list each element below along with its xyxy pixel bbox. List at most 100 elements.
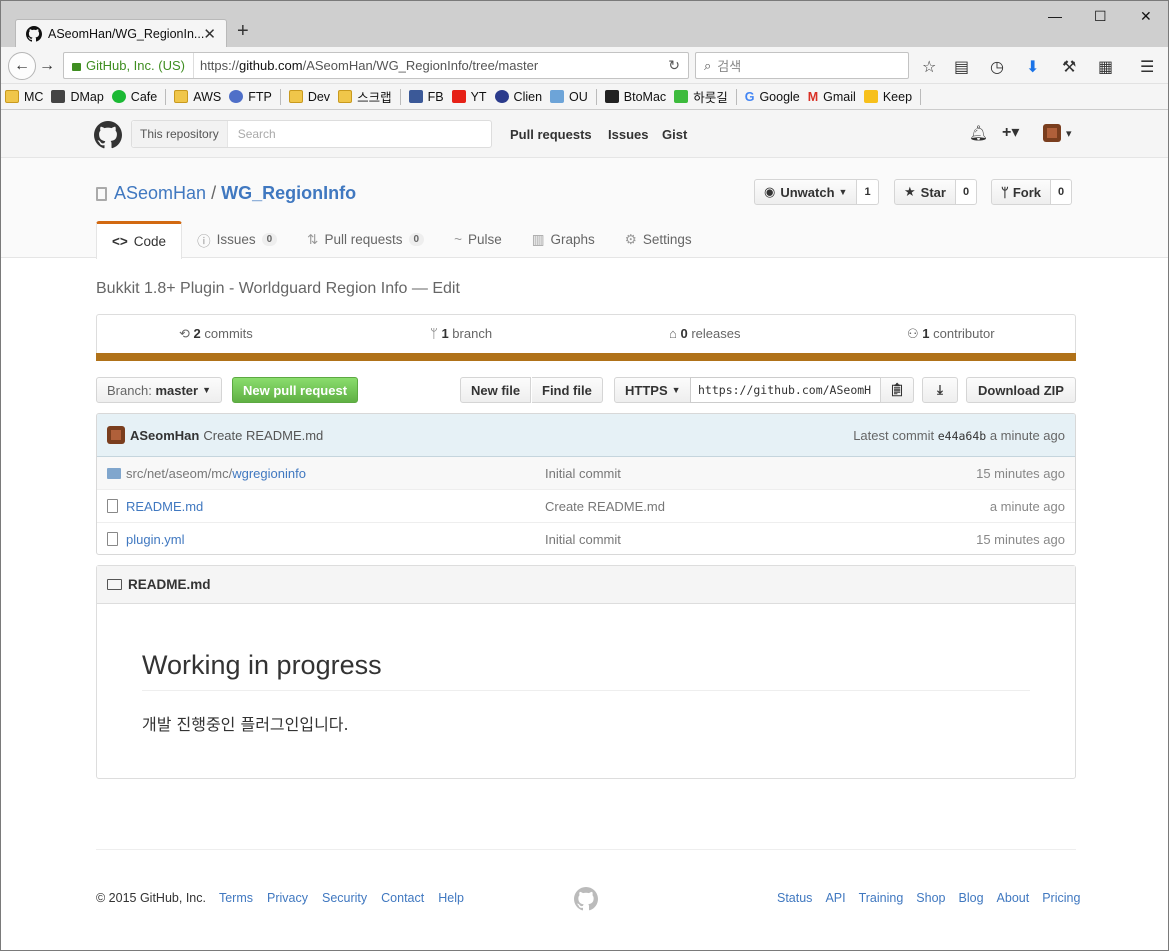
unwatch-button[interactable]: ◉ Unwatch ▼ xyxy=(754,179,858,205)
forward-button[interactable]: → xyxy=(35,52,59,80)
browser-search-bar[interactable]: ⌕ 검색 xyxy=(695,52,909,79)
file-name-link[interactable]: README.md xyxy=(126,499,203,514)
new-pull-request-button[interactable]: New pull request xyxy=(232,377,359,403)
user-menu[interactable]: ▾ xyxy=(1043,124,1072,142)
repo-search-input[interactable]: This repository Search xyxy=(131,120,492,148)
browser-tab[interactable]: ASeomHan/WG_RegionIn... ✕ xyxy=(15,19,227,47)
bookmark-fb[interactable]: FB xyxy=(408,90,444,104)
file-commit-message[interactable]: Initial commit xyxy=(545,466,621,481)
repo-owner-link[interactable]: ASeomHan xyxy=(114,183,206,204)
bookmark-google[interactable]: G Google xyxy=(745,90,800,105)
bookmark-star-icon[interactable]: ☆ xyxy=(922,57,936,77)
branch-select-button[interactable]: Branch: master ▼ xyxy=(96,377,222,403)
tab-pull-requests[interactable]: ⇅ Pull requests 0 xyxy=(292,221,439,258)
bookmark-label: YT xyxy=(470,89,487,104)
watch-count[interactable]: 1 xyxy=(857,179,879,205)
tab-settings[interactable]: ⚙ Settings xyxy=(610,221,707,258)
fork-count[interactable]: 0 xyxy=(1050,179,1073,205)
bookmark-btomac[interactable]: BtoMac xyxy=(604,90,666,104)
footer-link-status[interactable]: Status xyxy=(777,891,812,905)
downloads-icon[interactable]: ⬇ xyxy=(1026,57,1039,77)
language-bar[interactable] xyxy=(96,353,1076,361)
bookmark-mc[interactable]: MC xyxy=(5,90,43,104)
bookmark-yt[interactable]: YT xyxy=(451,89,487,104)
nav-gist[interactable]: Gist xyxy=(662,127,687,142)
bookmark-ftp[interactable]: FTP xyxy=(229,90,272,104)
tab-close-icon[interactable]: ✕ xyxy=(203,25,216,43)
tools-icon[interactable]: ⚒ xyxy=(1062,57,1076,77)
bookmark-blog[interactable]: 하룻길 xyxy=(674,87,728,106)
file-name-link[interactable]: src/net/aseom/mc/wgregioninfo xyxy=(126,466,306,481)
file-commit-message[interactable]: Create README.md xyxy=(545,499,665,514)
commit-author-avatar[interactable] xyxy=(107,426,125,444)
bookmark-clien[interactable]: Clien xyxy=(494,90,542,104)
file-name-link[interactable]: plugin.yml xyxy=(126,532,185,547)
bookmark-cafe[interactable]: Cafe xyxy=(111,90,157,104)
tab-code[interactable]: <> Code xyxy=(96,221,183,259)
search-engine-icon[interactable]: ⌕ xyxy=(704,58,711,74)
commit-author-link[interactable]: ASeomHan xyxy=(130,428,199,443)
footer-link-security[interactable]: Security xyxy=(322,891,367,905)
nav-issues[interactable]: Issues xyxy=(608,127,648,142)
bookmark-dev[interactable]: Dev xyxy=(288,90,330,104)
close-window-button[interactable]: ✕ xyxy=(1140,8,1152,25)
github-mark-icon[interactable] xyxy=(574,887,598,911)
new-tab-button[interactable]: + xyxy=(237,20,249,43)
footer-link-about[interactable]: About xyxy=(997,891,1030,905)
commit-message-link[interactable]: Create README.md xyxy=(203,428,323,443)
file-commit-message[interactable]: Initial commit xyxy=(545,532,621,547)
bookmark-dmap[interactable]: DMap xyxy=(51,90,104,104)
back-button[interactable]: ← xyxy=(8,52,36,80)
url-bar[interactable]: GitHub, Inc. (US) https://github.com/ASe… xyxy=(63,52,689,79)
bookmark-ou[interactable]: OU xyxy=(550,90,588,104)
clone-url-input[interactable]: https://github.com/ASeomH xyxy=(690,377,881,403)
reading-list-icon[interactable]: ▤ xyxy=(954,57,969,77)
contributors-link[interactable]: ⚇ 1 contributor xyxy=(907,326,995,342)
footer-link-pricing[interactable]: Pricing xyxy=(1042,891,1080,905)
nav-pull-requests[interactable]: Pull requests xyxy=(510,127,592,142)
github-logo-icon[interactable] xyxy=(94,121,122,149)
create-new-dropdown[interactable]: +▾ xyxy=(1002,122,1019,142)
footer-link-api[interactable]: API xyxy=(825,891,845,905)
star-count[interactable]: 0 xyxy=(955,179,978,205)
branches-link[interactable]: ᛘ 1 branch xyxy=(430,326,492,341)
find-file-button[interactable]: Find file xyxy=(532,377,603,403)
maximize-button[interactable]: ☐ xyxy=(1094,8,1107,25)
bookmark-aws[interactable]: AWS xyxy=(174,90,221,104)
footer-link-training[interactable]: Training xyxy=(859,891,904,905)
apps-icon[interactable]: ▦ xyxy=(1098,57,1113,77)
footer-link-privacy[interactable]: Privacy xyxy=(267,891,308,905)
footer-link-help[interactable]: Help xyxy=(438,891,464,905)
repo-header: ASeomHan / WG_RegionInfo ◉ Unwatch ▼ 1 ★ St… xyxy=(1,158,1168,259)
star-button[interactable]: ★ Star xyxy=(894,179,956,205)
bookmark-scrap[interactable]: 스크랩 xyxy=(338,87,392,106)
tab-graphs[interactable]: ▥ Graphs xyxy=(517,221,610,258)
footer-link-shop[interactable]: Shop xyxy=(916,891,945,905)
footer-link-contact[interactable]: Contact xyxy=(381,891,424,905)
open-desktop-button[interactable]: ⤓ xyxy=(922,377,958,403)
commits-link[interactable]: ⟲ 2 commits xyxy=(179,326,253,342)
copy-clipboard-button[interactable]: 📋︎ xyxy=(880,377,914,403)
description-edit-link[interactable]: — Edit xyxy=(412,280,460,297)
download-zip-button[interactable]: Download ZIP xyxy=(966,377,1076,403)
new-file-button[interactable]: New file xyxy=(460,377,532,403)
history-icon[interactable]: ◷ xyxy=(990,57,1004,77)
search-scope-label: This repository xyxy=(132,121,228,147)
menu-icon[interactable]: ☰ xyxy=(1140,57,1154,77)
tab-issues[interactable]: ⓘ Issues 0 xyxy=(182,221,292,258)
site-identity[interactable]: GitHub, Inc. (US) xyxy=(64,53,194,78)
bookmark-keep[interactable]: Keep xyxy=(863,90,912,104)
repo-name-link[interactable]: WG_RegionInfo xyxy=(221,183,356,203)
minimize-button[interactable]: — xyxy=(1048,8,1062,24)
keep-icon xyxy=(863,90,878,103)
notifications-bell-icon[interactable]: 🔔︎ xyxy=(969,124,988,142)
footer-link-terms[interactable]: Terms xyxy=(219,891,253,905)
reload-icon[interactable]: ↻ xyxy=(668,57,680,74)
footer-link-blog[interactable]: Blog xyxy=(959,891,984,905)
commit-sha-link[interactable]: e44a64b xyxy=(938,429,986,443)
tab-pulse[interactable]: ~ Pulse xyxy=(439,221,517,258)
fork-button[interactable]: ᛘ Fork xyxy=(991,179,1051,205)
releases-link[interactable]: ⌂ 0 releases xyxy=(669,326,740,341)
clone-protocol-select[interactable]: HTTPS ▼ xyxy=(614,377,691,403)
bookmark-gmail[interactable]: M Gmail xyxy=(808,90,856,105)
